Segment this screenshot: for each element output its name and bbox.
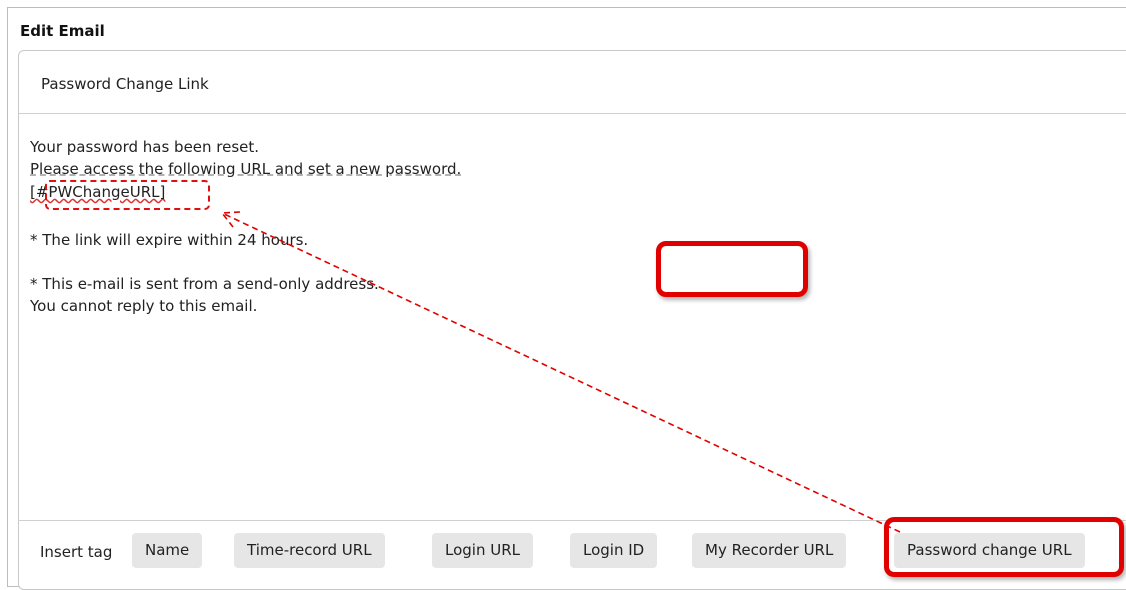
- body-line-2: Please access the following URL and set …: [30, 160, 462, 178]
- insert-login-id-button[interactable]: Login ID: [570, 533, 658, 568]
- insert-my-recorder-url-button[interactable]: My Recorder URL: [692, 533, 847, 568]
- button-highlight-box: [884, 517, 1124, 577]
- email-editor-panel: Password Change Link: [18, 50, 1126, 590]
- tag-highlight-box: [45, 180, 210, 210]
- insert-name-button[interactable]: Name: [132, 533, 203, 568]
- callout-highlight-box: [656, 241, 808, 297]
- insert-tag-label: Insert tag: [40, 543, 113, 561]
- page-title: Edit Email: [20, 22, 105, 40]
- insert-login-url-button[interactable]: Login URL: [432, 533, 533, 568]
- body-line-noreply: You cannot reply to this email.: [30, 297, 258, 315]
- insert-time-record-url-button[interactable]: Time-record URL: [234, 533, 385, 568]
- subject-field[interactable]: Password Change Link: [41, 75, 209, 93]
- body-line-sendonly: * This e-mail is sent from a send-only a…: [30, 275, 379, 293]
- subject-bar[interactable]: Password Change Link: [19, 51, 1126, 114]
- body-line-1: Your password has been reset.: [30, 138, 260, 156]
- body-line-expire: * The link will expire within 24 hours.: [30, 231, 309, 249]
